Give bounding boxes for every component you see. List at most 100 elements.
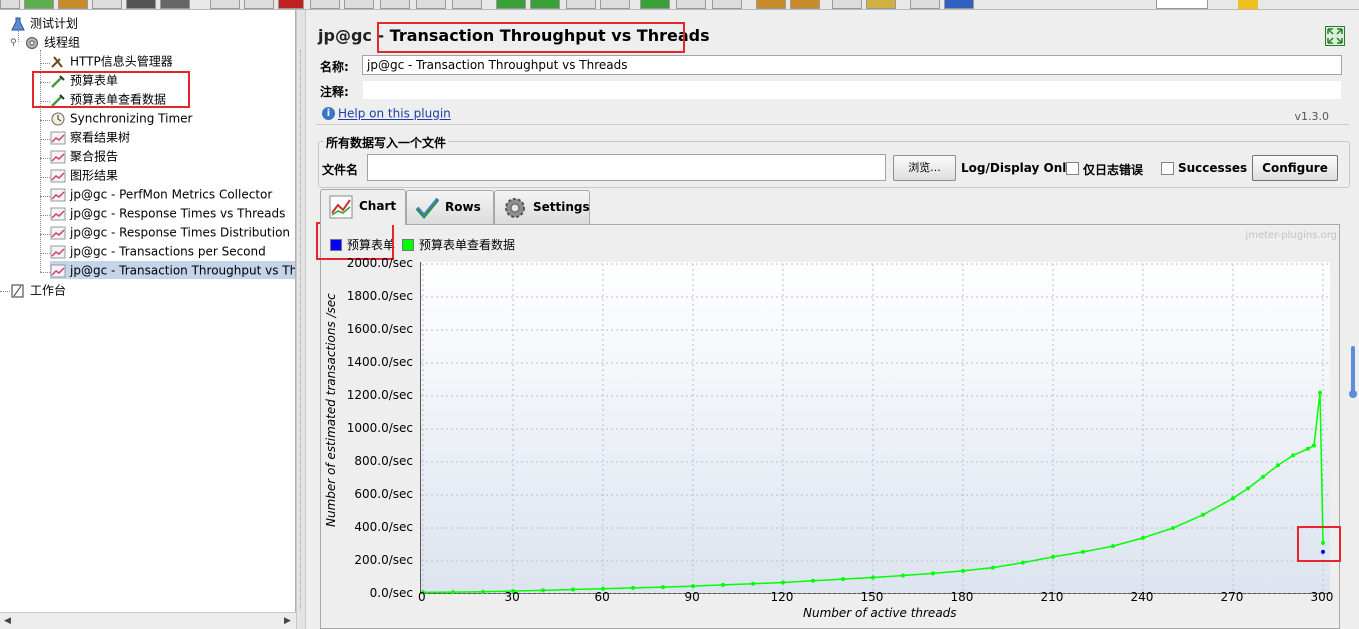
data-point <box>1261 474 1265 479</box>
tab-chart[interactable]: Chart <box>320 189 406 225</box>
filename-field[interactable] <box>367 154 886 181</box>
data-point <box>871 575 875 580</box>
x-axis-label: Number of active threads <box>803 606 957 620</box>
tree-connector <box>40 253 50 254</box>
data-point <box>991 565 995 570</box>
toolbar-button[interactable] <box>126 0 156 9</box>
data-point <box>901 573 905 578</box>
toolbar-button[interactable] <box>278 0 304 9</box>
browse-button[interactable]: 浏览... <box>893 155 956 181</box>
toolbar-button[interactable] <box>530 0 560 9</box>
data-point <box>841 577 845 582</box>
toolbar-button[interactable] <box>244 0 274 9</box>
toolbar-button[interactable] <box>380 0 410 9</box>
toolbar-button[interactable] <box>344 0 374 9</box>
toolbar-button[interactable] <box>640 0 670 9</box>
scroll-left-icon[interactable]: ◀ <box>4 616 11 626</box>
x-tick-label: 180 <box>950 590 974 604</box>
toolbar-button[interactable] <box>676 0 706 9</box>
divider <box>316 124 1349 125</box>
successes-checkbox[interactable] <box>1161 162 1174 175</box>
toolbar-button[interactable] <box>944 0 974 9</box>
configure-button[interactable]: Configure <box>1252 155 1338 181</box>
toolbar-button[interactable] <box>496 0 526 9</box>
toolbar-button[interactable] <box>452 0 482 9</box>
tree-item-response-times-distribution[interactable]: jp@gc - Response Times Distribution <box>50 223 290 241</box>
data-point <box>1141 535 1145 540</box>
toolbar-button[interactable] <box>566 0 596 9</box>
data-point <box>1111 544 1115 549</box>
timer-icon <box>50 112 66 126</box>
tree-item-thread-group[interactable]: ⚲ 线程组 <box>10 33 80 51</box>
data-point <box>961 568 965 573</box>
page-title: jp@gc - Transaction Throughput vs Thread… <box>318 26 710 45</box>
tree-horizontal-scrollbar[interactable]: ◀ ▶ <box>0 612 296 629</box>
tree-item-test-plan[interactable]: 测试计划 <box>10 14 78 32</box>
tree-item-perfmon-collector[interactable]: jp@gc - PerfMon Metrics Collector <box>50 185 272 203</box>
tree-connector <box>40 272 50 273</box>
tree-item-workbench[interactable]: 工作台 <box>10 281 66 299</box>
listener-panel: jp@gc - Transaction Throughput vs Thread… <box>306 10 1359 629</box>
errors-only-checkbox[interactable] <box>1066 162 1079 175</box>
pipette-icon <box>50 93 66 107</box>
tree-item-transactions-per-second[interactable]: jp@gc - Transactions per Second <box>50 242 266 260</box>
tree-item-synchronizing-timer[interactable]: Synchronizing Timer <box>50 109 192 127</box>
toolbar-button[interactable] <box>210 0 240 9</box>
data-point <box>481 589 485 594</box>
help-link[interactable]: i Help on this plugin <box>322 106 451 121</box>
toolbar-button[interactable] <box>160 0 190 9</box>
toolbar-button[interactable] <box>600 0 630 9</box>
y-tick-label: 1400.0/sec <box>346 355 413 369</box>
workbench-icon <box>10 284 26 298</box>
wrench-icon <box>50 55 66 69</box>
scroll-right-icon[interactable]: ▶ <box>284 616 291 626</box>
tree-item-aggregate-report[interactable]: 聚合报告 <box>50 147 118 165</box>
tree-item-budget-form-view-data[interactable]: 预算表单查看数据 <box>50 90 166 108</box>
comment-field[interactable] <box>362 80 1342 100</box>
expand-toggle-icon[interactable]: ⚲ <box>10 34 24 52</box>
toolbar-button[interactable] <box>58 0 88 9</box>
y-axis-label: Number of estimated transactions /sec <box>324 293 338 527</box>
chart-svg <box>421 263 1331 594</box>
toolbar-button[interactable] <box>866 0 896 9</box>
tree-item-view-results-tree[interactable]: 察看结果树 <box>50 128 130 146</box>
toolbar-button[interactable] <box>756 0 786 9</box>
toolbar-button[interactable] <box>310 0 340 9</box>
tree-connector <box>40 63 50 64</box>
tab-rows[interactable]: Rows <box>406 190 494 224</box>
toolbar-button[interactable] <box>910 0 940 9</box>
panel-splitter[interactable] <box>296 10 306 629</box>
x-tick-label: 90 <box>684 590 700 604</box>
comment-label: 注释: <box>320 85 349 99</box>
gear-icon <box>503 196 527 220</box>
y-tick-label: 200.0/sec <box>354 553 413 567</box>
maximize-icon[interactable] <box>1325 26 1345 46</box>
toolbar-button[interactable] <box>92 0 122 9</box>
legend-swatch <box>402 238 414 251</box>
listener-graph-icon <box>50 131 66 145</box>
toolbar-button[interactable] <box>790 0 820 9</box>
vertical-scroll-thumb[interactable] <box>1348 346 1357 412</box>
toolbar-button[interactable] <box>24 0 54 9</box>
tree-item-graph-results[interactable]: 图形结果 <box>50 166 118 184</box>
toolbar-button[interactable] <box>832 0 862 9</box>
toolbar-button[interactable] <box>416 0 446 9</box>
data-point <box>781 580 785 585</box>
x-tick-label: 60 <box>594 590 610 604</box>
data-point <box>661 585 665 590</box>
toolbar-field <box>1156 0 1208 9</box>
warning-icon[interactable] <box>1238 0 1258 9</box>
legend-item-budget-form-view-data: 预算表单查看数据 <box>402 236 515 253</box>
tree-item-http-header-manager[interactable]: HTTP信息头管理器 <box>50 52 173 70</box>
tab-settings[interactable]: Settings <box>494 190 590 224</box>
tree-item-response-times-vs-threads[interactable]: jp@gc - Response Times vs Threads <box>50 204 285 222</box>
toolbar-button[interactable] <box>0 0 20 9</box>
tree-item-budget-form[interactable]: 预算表单 <box>50 71 118 89</box>
toolbar-button[interactable] <box>712 0 742 9</box>
data-point <box>931 571 935 576</box>
name-field[interactable]: jp@gc - Transaction Throughput vs Thread… <box>362 55 1342 75</box>
name-label: 名称: <box>320 60 349 74</box>
tree-connector <box>0 291 10 292</box>
data-point <box>1276 463 1280 468</box>
tree-item-transaction-throughput-vs-threads[interactable]: jp@gc - Transaction Throughput vs Thread… <box>50 261 295 279</box>
